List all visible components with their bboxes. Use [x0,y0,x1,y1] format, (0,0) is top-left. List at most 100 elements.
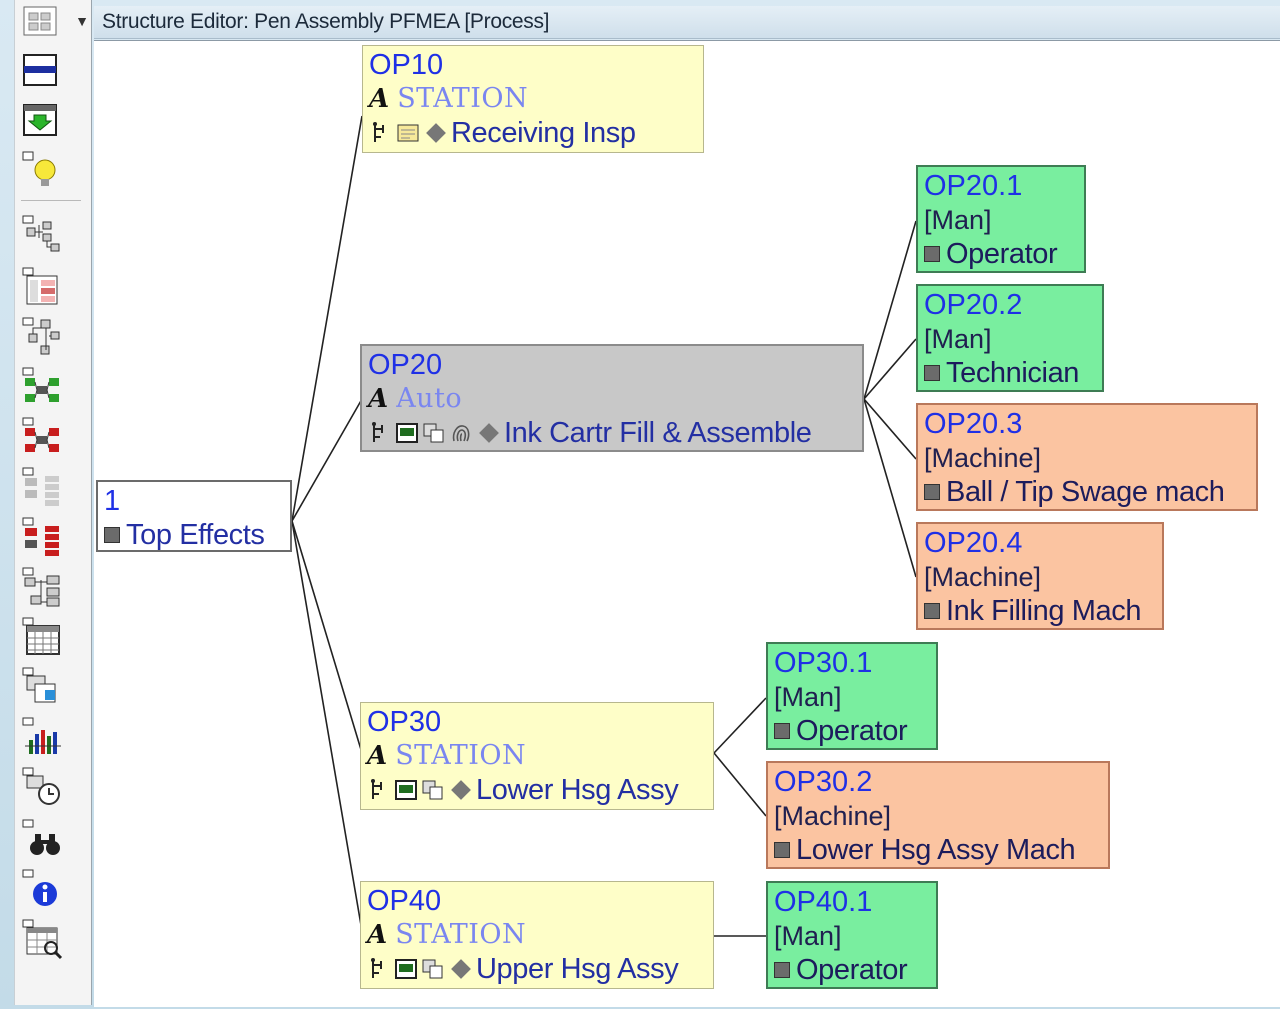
operation-category: STATION [395,919,527,950]
element-node-op20-3[interactable]: OP20.3 [Machine] Ball / Tip Swage mach [916,403,1258,511]
root-node[interactable]: 1 Top Effects [96,480,292,552]
diamond-icon [426,123,446,143]
window-layout-icon [23,6,57,36]
operation-category: Auto [396,383,463,414]
root-label: Top Effects [126,519,265,551]
operation-label: Receiving Insp [451,117,636,149]
element-type: [Man] [924,205,992,235]
tree-branch-button[interactable] [21,316,71,356]
element-label: Operator [946,238,1058,270]
structure-table-button[interactable] [21,266,71,306]
element-square-icon [924,246,940,262]
connector-root-op30 [291,520,363,754]
element-label: Lower Hsg Assy Mach [796,834,1076,866]
horizontal-split-button[interactable] [21,52,71,92]
function-net-red-icon [22,417,59,452]
operation-id: OP40 [367,885,442,917]
failure-net-red-icon [22,517,59,556]
operation-node-op40[interactable]: OP40 A STATION Upper Hsg Assy [360,881,714,989]
element-type: [Man] [924,324,992,354]
element-node-op20-2[interactable]: OP20.2 [Man] Technician [916,284,1104,392]
operation-label: Lower Hsg Assy [476,774,679,806]
operation-node-op30[interactable]: OP30 A STATION Lower Hsg Assy [360,702,714,810]
find-button[interactable] [21,818,71,858]
element-square-icon [104,527,120,543]
structure-link-icon [373,122,384,142]
failure-tree-icon [22,467,59,506]
form-sheet-button[interactable] [21,666,71,706]
element-square-icon [774,723,790,739]
element-id: OP20.4 [924,527,1023,559]
operation-id: OP30 [367,706,442,738]
failure-tree-button[interactable] [21,466,71,506]
operation-category: STATION [395,740,527,771]
table-search-button[interactable] [21,918,71,960]
element-type: [Machine] [924,562,1042,592]
structure-table-icon [22,267,58,305]
fingerprint-icon [452,425,470,442]
chart-button[interactable] [21,716,71,756]
copy-icon [423,423,444,443]
structure-link-icon [372,422,383,442]
spreadsheet-button[interactable] [21,616,71,656]
element-square-icon [924,603,940,619]
root-id: 1 [104,485,121,517]
copy-icon [422,959,443,979]
binoculars-icon [22,819,60,855]
element-square-icon [774,962,790,978]
element-id: OP20.2 [924,289,1023,321]
connector-op20-op201 [863,220,917,400]
import-arrow-icon [23,104,57,136]
element-type: [Machine] [774,801,892,831]
import-button[interactable] [21,102,71,142]
element-type: [Man] [774,921,842,951]
element-label: Ball / Tip Swage mach [946,476,1225,508]
element-node-op30-2[interactable]: OP30.2 [Machine] Lower Hsg Assy Mach [766,761,1110,869]
element-node-op30-1[interactable]: OP30.1 [Man] Operator [766,642,938,750]
operation-label: Ink Cartr Fill & Assemble [504,417,812,449]
operation-label: Upper Hsg Assy [476,953,679,985]
diamond-icon [479,423,499,443]
form-icon [395,959,417,979]
element-square-icon [924,365,940,381]
failure-net-button[interactable] [21,416,71,456]
category-a-icon: A [367,920,388,950]
element-square-icon [924,484,940,500]
chevron-down-icon: ▼ [75,13,89,29]
operation-id: OP10 [369,49,444,81]
element-label: Operator [796,715,908,747]
tree-grid-button[interactable] [21,566,71,607]
form-icon [395,780,417,800]
element-node-op20-4[interactable]: OP20.4 [Machine] Ink Filling Mach [916,522,1164,630]
operation-id: OP20 [368,349,443,381]
connector-op20-op203 [863,398,917,460]
operation-node-op20[interactable]: OP20 A Auto Ink Cartr Fill & Assemble [360,344,864,452]
window-layout-button[interactable] [21,4,71,44]
connector-root-op40 [291,520,363,932]
element-type: [Machine] [924,443,1042,473]
toolbar-separator [21,200,81,201]
diamond-icon [451,959,471,979]
element-id: OP20.1 [924,170,1023,202]
table-search-icon [22,919,63,960]
timer-button[interactable] [21,766,71,806]
operation-node-op10[interactable]: OP10 A STATION Receiving Insp [362,45,704,153]
hint-button[interactable] [21,150,71,190]
structure-tree-button[interactable] [21,214,71,254]
connector-op20-op202 [863,338,917,400]
structure-canvas[interactable]: 1 Top Effects OP10 A STATION Receiving In… [94,40,1280,1007]
note-icon [397,124,419,142]
left-toolbar [14,0,92,1005]
connector-op30-op301 [713,697,767,754]
clock-icon [22,767,60,805]
element-node-op40-1[interactable]: OP40.1 [Man] Operator [766,881,938,989]
element-id: OP40.1 [774,886,873,918]
failure-tree-red-button[interactable] [21,516,71,556]
horizontal-split-icon [23,54,57,86]
structure-link-icon [371,779,382,799]
info-button[interactable] [21,868,71,908]
form-sheet-icon [22,667,56,703]
element-node-op20-1[interactable]: OP20.1 [Man] Operator [916,165,1086,273]
title-menu-button[interactable]: ▼ [72,10,92,32]
function-net-button[interactable] [21,366,71,406]
